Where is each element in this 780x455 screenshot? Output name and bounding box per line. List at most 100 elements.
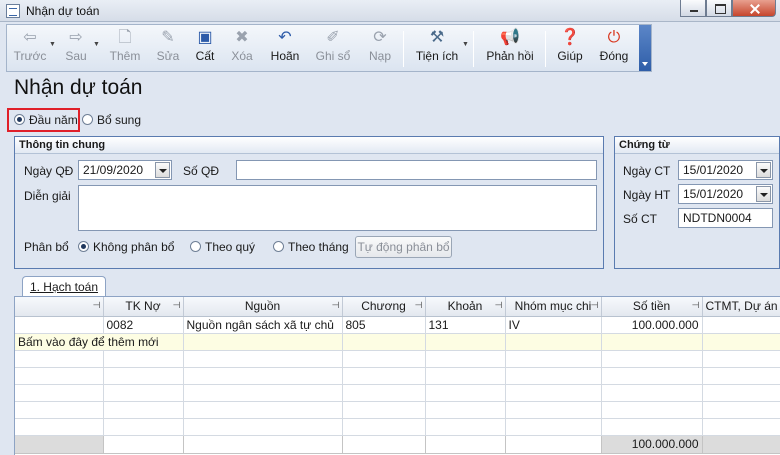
grid-cell[interactable]: 131 (425, 316, 506, 334)
column-header[interactable]: ⊣ (15, 297, 104, 317)
grid-cell[interactable]: IV (505, 316, 602, 334)
pin-icon[interactable]: ⊣ (495, 300, 503, 311)
page-title: Nhận dự toán (14, 76, 143, 99)
post-ledger-button[interactable]: ✐ Ghi sổ (313, 27, 353, 71)
allocation-label: Phân bổ (24, 240, 69, 254)
delete-button[interactable]: ✖ Xóa (227, 27, 257, 71)
pin-icon[interactable]: ⊣ (415, 300, 423, 311)
chevron-down-icon[interactable] (155, 162, 170, 178)
undo-icon: ↶ (278, 29, 292, 46)
window-title: Nhận dự toán (26, 4, 100, 18)
description-label: Diễn giải (24, 189, 71, 203)
column-header[interactable]: Nguồn ⊣ (183, 297, 343, 317)
power-icon: ⏻ (607, 29, 621, 46)
description-field[interactable] (78, 185, 597, 231)
minimize-button[interactable] (680, 0, 706, 17)
column-header[interactable]: Khoản ⊣ (425, 297, 506, 317)
empty-row (15, 401, 780, 419)
toolbar-overflow-button[interactable] (639, 25, 651, 71)
grid-cell[interactable]: Nguồn ngân sách xã tự chủ (183, 316, 343, 334)
toolbar-separator (473, 31, 474, 67)
decision-date-picker[interactable]: 21/09/2020 (78, 160, 172, 180)
toolbar: ⇦ Trước ▼ ⇨ Sau ▼ 🗋 Thêm ✎ Sửa ▣ Cất ✖ X… (6, 24, 652, 72)
help-button[interactable]: ❓ Giúp (553, 27, 587, 71)
empty-row (15, 418, 780, 436)
pin-icon[interactable]: ⊣ (591, 300, 599, 311)
grid-header-row: ⊣ TK Nợ ⊣ Nguồn ⊣ Chương ⊣ Khoản ⊣ Nhóm mục … (15, 297, 780, 317)
megaphone-icon: 📢 (500, 29, 520, 46)
total-amount: 100.000.000 (601, 435, 703, 454)
toolbar-separator (403, 31, 404, 67)
delete-document-icon: ✖ (235, 29, 249, 46)
pin-icon[interactable]: ⊣ (692, 300, 700, 311)
decision-number-field[interactable] (236, 160, 597, 180)
next-button[interactable]: ⇨ Sau (59, 27, 93, 71)
total-row: 100.000.000 (15, 435, 780, 454)
chevron-down-icon[interactable] (756, 162, 771, 178)
close-window-button[interactable] (732, 0, 776, 17)
auto-allocate-button[interactable]: Tự động phân bổ (355, 236, 452, 258)
grid-cell[interactable]: 805 (342, 316, 426, 334)
radio-dau-nam[interactable]: Đầu năm (14, 113, 78, 127)
grid-cell[interactable] (15, 316, 104, 334)
radio-bo-sung[interactable]: Bổ sung (82, 113, 141, 127)
column-header[interactable]: Chương ⊣ (342, 297, 426, 317)
tools-icon: ⚒ (429, 29, 445, 46)
grid-cell[interactable] (702, 316, 780, 334)
feedback-button[interactable]: 📢 Phản hồi (483, 27, 537, 71)
voucher-date-label: Ngày CT (623, 164, 671, 178)
add-button[interactable]: 🗋 Thêm (107, 27, 143, 71)
previous-button[interactable]: ⇦ Trước (11, 27, 49, 71)
empty-row (15, 367, 780, 385)
defer-button[interactable]: ↶ Hoãn (267, 27, 303, 71)
empty-row (15, 384, 780, 402)
posting-date-picker[interactable]: 15/01/2020 (678, 184, 773, 204)
chevron-down-icon: ▼ (93, 41, 100, 48)
radio-button-icon (78, 241, 89, 252)
radio-button-icon (273, 241, 284, 252)
save-button[interactable]: ▣ Cất (191, 27, 219, 71)
grid-cell[interactable]: 100.000.000 (601, 316, 703, 334)
toolbar-separator (545, 31, 546, 67)
maximize-button[interactable] (706, 0, 732, 17)
pin-icon[interactable]: ⊣ (93, 300, 101, 311)
voucher-header: Chứng từ (615, 137, 779, 154)
title-bar: Nhận dự toán (0, 0, 780, 22)
reload-icon: ⟳ (373, 29, 387, 46)
column-header[interactable]: TK Nợ ⊣ (103, 297, 184, 317)
chevron-down-icon: ▼ (462, 41, 469, 48)
voucher-date-picker[interactable]: 15/01/2020 (678, 160, 773, 180)
radio-button-icon (190, 241, 201, 252)
accounting-grid: ⊣ TK Nợ ⊣ Nguồn ⊣ Chương ⊣ Khoản ⊣ Nhóm mục … (14, 296, 780, 455)
save-icon: ▣ (197, 29, 213, 46)
radio-theo-thang[interactable]: Theo tháng (273, 240, 349, 254)
column-header[interactable]: Số tiền ⊣ (601, 297, 703, 317)
radio-khong-phan-bo[interactable]: Không phân bổ (78, 240, 174, 254)
radio-button-icon (14, 114, 25, 125)
general-info-header: Thông tin chung (15, 137, 603, 154)
help-icon: ❓ (560, 29, 580, 46)
tab-hach-toan[interactable]: 1. Hạch toán (22, 276, 106, 298)
column-header[interactable]: Nhóm mục chi ⊣ (505, 297, 602, 317)
radio-theo-quy[interactable]: Theo quý (190, 240, 255, 254)
pin-icon[interactable]: ⊣ (173, 300, 181, 311)
decision-number-label: Số QĐ (183, 164, 220, 178)
column-header[interactable]: CTMT, Dự án (702, 297, 780, 317)
table-row[interactable]: 0082 Nguồn ngân sách xã tự chủ 805 131 I… (15, 316, 780, 334)
edit-button[interactable]: ✎ Sửa (153, 27, 183, 71)
empty-row (15, 350, 780, 368)
pin-icon[interactable]: ⊣ (332, 300, 340, 311)
arrow-left-icon: ⇦ (23, 29, 37, 46)
app-icon (6, 4, 20, 18)
grid-cell[interactable]: 0082 (103, 316, 184, 334)
voucher-number-field[interactable]: NDTDN0004 (678, 208, 773, 228)
arrow-right-icon: ⇨ (69, 29, 83, 46)
reload-button[interactable]: ⟳ Nạp (363, 27, 397, 71)
close-button[interactable]: ⏻ Đóng (595, 27, 633, 71)
utilities-button[interactable]: ⚒ Tiện ích (411, 27, 463, 71)
chevron-down-icon[interactable] (756, 186, 771, 202)
window-controls (680, 0, 776, 17)
add-new-row[interactable]: Bấm vào đây để thêm mới (15, 333, 780, 351)
add-new-row-label[interactable]: Bấm vào đây để thêm mới (15, 333, 184, 351)
post-ledger-icon: ✐ (326, 29, 340, 46)
